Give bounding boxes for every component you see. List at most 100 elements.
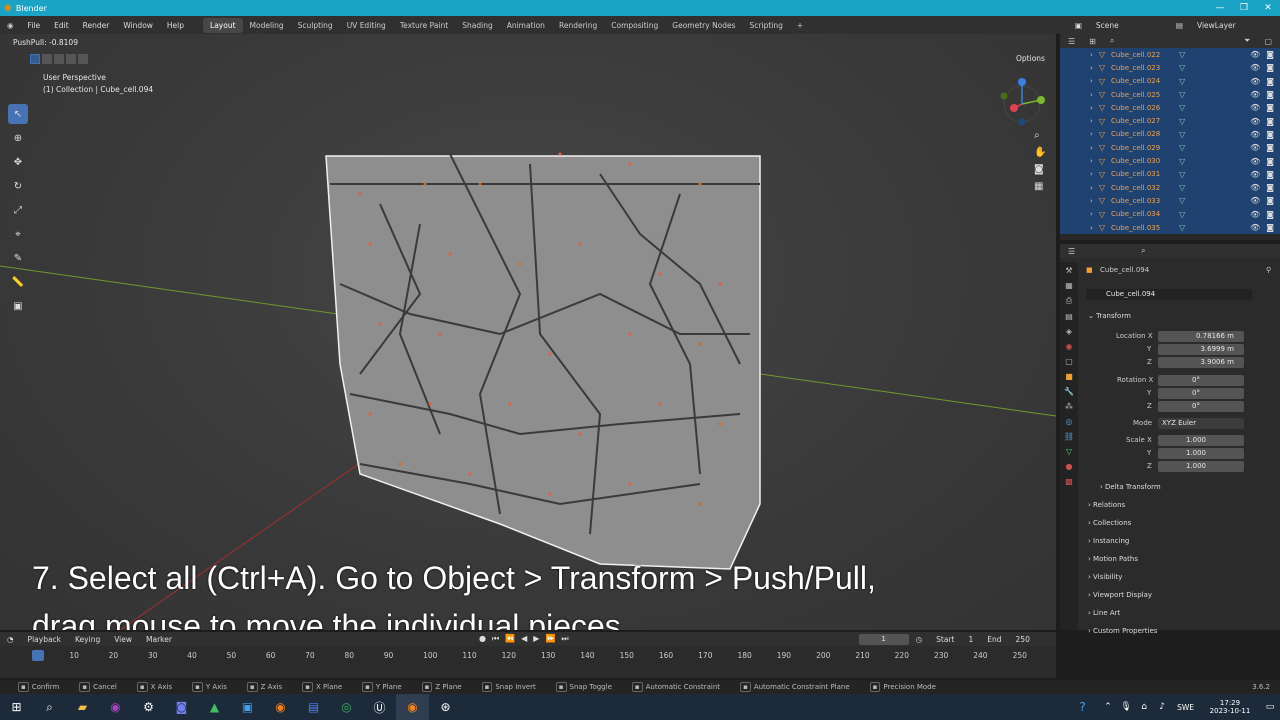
expand-arrow-icon[interactable]: › (1090, 184, 1093, 192)
options-dropdown[interactable]: Options (1016, 54, 1045, 63)
start-field[interactable]: 1 (961, 635, 980, 644)
pan-hand-icon[interactable]: ✋ (1034, 147, 1046, 158)
select-intersect-icon[interactable] (78, 54, 88, 64)
outliner-row[interactable]: › ▽ Cube_cell.022 ▽ 👁 ◙ (1060, 48, 1280, 62)
expand-arrow-icon[interactable]: › (1090, 91, 1093, 99)
maximize-button[interactable]: ❐ (1232, 0, 1256, 16)
keying-menu[interactable]: Keying (68, 635, 107, 644)
search-icon[interactable]: ⌕ (33, 694, 66, 720)
expand-arrow-icon[interactable]: › (1090, 51, 1093, 59)
visibility-eye-icon[interactable]: 👁 (1250, 63, 1260, 72)
jump-end-icon[interactable]: ⏭ (561, 634, 568, 644)
clock-icon[interactable]: ◷ (909, 635, 930, 644)
visibility-eye-icon[interactable]: 👁 (1250, 90, 1260, 99)
app-icon[interactable]: ▤ (297, 694, 330, 720)
camera-render-icon[interactable]: ◙ (1266, 90, 1274, 99)
constraints-tab-icon[interactable]: ⛓ (1064, 432, 1074, 441)
app-icon[interactable]: ◉ (99, 694, 132, 720)
filter-icon[interactable]: ⏷ (1244, 36, 1250, 46)
select-extend-icon[interactable] (42, 54, 52, 64)
annotate-tool-icon[interactable]: ✎ (8, 248, 28, 268)
discord-icon[interactable]: ◙ (165, 694, 198, 720)
outliner-row[interactable]: › ▽ Cube_cell.028 ▽ 👁 ◙ (1060, 127, 1280, 142)
unreal-icon[interactable]: Ⓤ (363, 694, 396, 720)
tab-scripting[interactable]: Scripting (743, 18, 790, 33)
current-frame-field[interactable]: 1 (858, 633, 909, 645)
blender-icon[interactable]: ◉ (396, 694, 429, 720)
display-mode-icon[interactable]: ⊞ (1089, 37, 1096, 46)
expand-arrow-icon[interactable]: › (1090, 144, 1093, 152)
object-name-field[interactable]: Cube_cell.094 (1086, 289, 1252, 300)
camera-render-icon[interactable]: ◙ (1266, 196, 1274, 205)
volume-icon[interactable]: ♪ (1153, 694, 1171, 720)
play-icon[interactable]: ▶ (533, 634, 539, 644)
app-icon[interactable]: ⊛ (429, 694, 462, 720)
minimize-button[interactable]: — (1208, 0, 1232, 16)
camera-render-icon[interactable]: ◙ (1266, 143, 1274, 152)
visibility-eye-icon[interactable]: 👁 (1250, 170, 1260, 179)
add-workspace-button[interactable]: + (790, 18, 810, 33)
expand-arrow-icon[interactable]: › (1090, 170, 1093, 178)
material-tab-icon[interactable]: ● (1066, 462, 1073, 471)
jump-start-icon[interactable]: ⏮ (492, 634, 499, 644)
select-subtract-icon[interactable] (54, 54, 64, 64)
scale-x-field[interactable]: 1.000 (1158, 435, 1244, 446)
outliner-row[interactable]: › ▽ Cube_cell.032 ▽ 👁 ◙ (1060, 180, 1280, 195)
property-section-header[interactable]: › Motion Paths (1088, 555, 1138, 563)
transform-header[interactable]: ⌄ Transform (1088, 312, 1131, 320)
app-icon[interactable]: ▣ (231, 694, 264, 720)
prev-keyframe-icon[interactable]: ⏪ (505, 634, 515, 644)
camera-render-icon[interactable]: ◙ (1266, 63, 1274, 72)
tab-layout[interactable]: Layout (203, 17, 243, 33)
view-menu[interactable]: View (107, 635, 139, 644)
grid-view-icon[interactable]: ▦ (1034, 181, 1046, 192)
camera-render-icon[interactable]: ◙ (1266, 117, 1274, 126)
blender-menu-icon[interactable]: ◉ (0, 21, 21, 30)
record-icon[interactable]: ● (479, 634, 486, 644)
rotation-x-field[interactable]: 0° (1158, 375, 1244, 386)
next-keyframe-icon[interactable]: ⏩ (545, 634, 555, 644)
data-tab-icon[interactable]: ▽ (1066, 447, 1072, 456)
view-layer-tab-icon[interactable]: ▤ (1065, 312, 1073, 321)
property-section-header[interactable]: › Instancing (1088, 537, 1129, 545)
blender-icon[interactable]: ◉ (264, 694, 297, 720)
scene-tab-icon[interactable]: ◈ (1066, 327, 1072, 336)
search-icon[interactable]: ⌕ (1110, 36, 1114, 46)
visibility-eye-icon[interactable]: 👁 (1250, 143, 1260, 152)
output-tab-icon[interactable]: ⎙ (1066, 296, 1072, 306)
scene-selector[interactable]: Scene (1089, 21, 1169, 30)
outliner-row[interactable]: › ▽ Cube_cell.030 ▽ 👁 ◙ (1060, 154, 1280, 168)
camera-render-icon[interactable]: ◙ (1266, 170, 1274, 179)
property-section-header[interactable]: › Custom Properties (1088, 627, 1157, 635)
move-tool-icon[interactable]: ✥ (8, 152, 28, 172)
visibility-eye-icon[interactable]: 👁 (1250, 130, 1260, 139)
camera-render-icon[interactable]: ◙ (1266, 183, 1274, 192)
visibility-eye-icon[interactable]: 👁 (1250, 117, 1260, 126)
property-section-header[interactable]: › Line Art (1088, 609, 1120, 617)
file-explorer-icon[interactable]: ▰ (66, 694, 99, 720)
language-indicator[interactable]: SWE (1177, 703, 1194, 712)
visibility-eye-icon[interactable]: 👁 (1250, 77, 1260, 86)
playback-menu[interactable]: Playback (21, 635, 68, 644)
select-tool-icon[interactable]: ↖ (8, 104, 28, 124)
mic-icon[interactable]: 🎙 (1117, 694, 1135, 720)
clock[interactable]: 17:29 2023-10-11 (1200, 699, 1260, 715)
menu-help[interactable]: Help (160, 21, 191, 30)
render-tab-icon[interactable]: ▦ (1065, 281, 1073, 290)
tab-geometry-nodes[interactable]: Geometry Nodes (665, 18, 742, 33)
world-tab-icon[interactable]: ◉ (1066, 342, 1073, 351)
rotation-z-field[interactable]: 0° (1158, 401, 1244, 412)
menu-edit[interactable]: Edit (47, 21, 76, 30)
app-icon[interactable]: ▲ (198, 694, 231, 720)
tab-shading[interactable]: Shading (455, 18, 499, 33)
start-icon[interactable]: ⊞ (0, 694, 33, 720)
expand-arrow-icon[interactable]: › (1090, 210, 1093, 218)
tab-animation[interactable]: Animation (500, 18, 552, 33)
particles-tab-icon[interactable]: ⁂ (1065, 402, 1073, 411)
camera-render-icon[interactable]: ◙ (1266, 157, 1274, 166)
viewlayer-selector[interactable]: ViewLayer (1190, 21, 1280, 30)
camera-render-icon[interactable]: ◙ (1266, 210, 1274, 219)
physics-tab-icon[interactable]: ◎ (1066, 417, 1073, 426)
select-box-icon[interactable] (30, 54, 40, 64)
tab-compositing[interactable]: Compositing (604, 18, 665, 33)
